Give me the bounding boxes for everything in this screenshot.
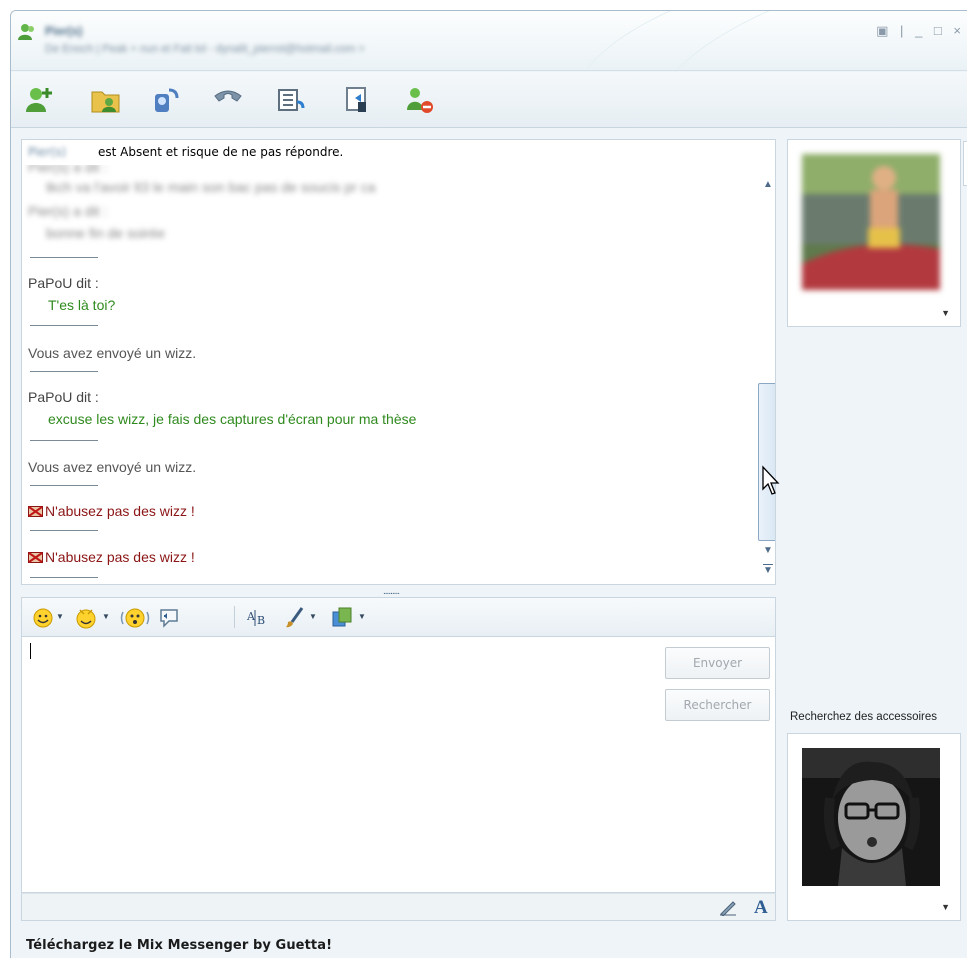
contact-name: Pier(s)	[45, 24, 83, 38]
close-icon[interactable]: ×	[953, 23, 965, 38]
status-banner: Pier(s) est Absent et risque de ne pas r…	[21, 139, 776, 165]
mouse-pointer-icon	[762, 465, 780, 495]
system-message: Vous avez envoyé un wizz.	[28, 345, 197, 361]
message-separator	[30, 325, 98, 326]
banner-status-text: est Absent et risque de ne pas répondre.	[98, 145, 344, 159]
message-separator	[30, 371, 98, 372]
collapse-sidebar-icon[interactable]	[963, 141, 967, 186]
blurred-message: bonne fin de soirée	[46, 225, 166, 241]
nudge-icon[interactable]	[120, 606, 150, 630]
format-toolbar: ▼ ▼ AB ▼ ▼	[21, 597, 776, 637]
phone-icon[interactable]	[211, 84, 245, 116]
chevron-down-icon[interactable]: ▼	[941, 902, 950, 912]
background-icon[interactable]	[284, 606, 306, 630]
font-icon[interactable]: A	[754, 897, 768, 919]
accessories-link[interactable]: Recherchez des accessoires	[790, 711, 937, 723]
wizz-warning: N'abusez pas des wizz !	[28, 549, 195, 565]
message-sender: PaPoU dit :	[28, 389, 99, 405]
divider: |	[900, 23, 908, 38]
input-footer: A	[21, 893, 776, 921]
history-scrollbar[interactable]: ▲ ▼ ▼	[757, 165, 775, 584]
ad-banner-link[interactable]: Téléchargez le Mix Messenger by Guetta!	[26, 938, 332, 953]
message-separator	[30, 485, 98, 486]
message-text: excuse les wizz, je fais des captures d'…	[48, 411, 417, 427]
message-text: T'es là toi?	[48, 297, 116, 313]
system-message: Vous avez envoyé un wizz.	[28, 459, 197, 475]
emoticon-icon[interactable]	[32, 606, 54, 630]
handwriting-icon[interactable]	[719, 900, 737, 916]
envelope-icon	[28, 552, 43, 563]
contact-display-picture[interactable]: ▼	[787, 139, 961, 327]
paste-icon[interactable]	[330, 606, 354, 630]
maximize-icon[interactable]: □	[934, 23, 946, 38]
toolbar-divider	[234, 606, 235, 628]
wizz-warning: N'abusez pas des wizz !	[28, 503, 195, 519]
message-separator	[30, 257, 98, 258]
svg-text:B: B	[257, 614, 265, 627]
share-files-icon[interactable]	[89, 84, 123, 116]
chevron-down-icon[interactable]: ▼	[102, 612, 110, 621]
scroll-down-icon[interactable]: ▼	[763, 545, 773, 556]
wizz-warning-text: N'abusez pas des wizz !	[45, 549, 195, 565]
message-input[interactable]: Envoyer Rechercher	[21, 637, 776, 893]
user-photo	[802, 748, 940, 886]
games-icon[interactable]	[341, 84, 375, 116]
conversation-history[interactable]: Pier(s) a dit : tkch va l'avoir lt3 le m…	[21, 165, 776, 585]
chevron-down-icon[interactable]: ▼	[358, 612, 366, 621]
pane-splitter[interactable]: .........	[21, 585, 776, 597]
messenger-buddy-icon	[18, 24, 34, 40]
conversation-window: Pier(s) De Enoch | Peak + nun et Fait lo…	[10, 10, 967, 958]
voice-clip-icon[interactable]	[158, 606, 180, 630]
title-bar: Pier(s) De Enoch | Peak + nun et Fait lo…	[11, 11, 967, 158]
add-contact-icon[interactable]	[23, 84, 57, 116]
blurred-message: tkch va l'avoir lt3 le main son bac pas …	[46, 179, 376, 195]
contact-photo	[802, 154, 940, 290]
splitter-grip[interactable]: .........	[383, 586, 400, 597]
message-separator	[30, 577, 98, 578]
message-separator	[30, 440, 98, 441]
blurred-sender: Pier(s) a dit :	[28, 165, 108, 175]
spellcheck-icon[interactable]: AB	[246, 606, 270, 630]
window-controls: ▣ | _ □ ×	[876, 23, 965, 39]
my-display-picture[interactable]: ▼	[787, 733, 961, 921]
activities-icon[interactable]	[275, 84, 309, 116]
chevron-down-icon[interactable]: ▼	[309, 612, 317, 621]
text-caret	[30, 643, 31, 659]
action-toolbar	[11, 72, 967, 128]
chevron-down-icon[interactable]: ▼	[941, 308, 950, 318]
send-button[interactable]: Envoyer	[665, 647, 770, 679]
minimize-icon[interactable]: _	[915, 23, 926, 38]
message-separator	[30, 530, 98, 531]
block-contact-icon[interactable]	[403, 84, 437, 116]
chevron-down-icon[interactable]: ▼	[56, 612, 64, 621]
envelope-icon	[28, 506, 43, 517]
scrollbar-thumb[interactable]	[758, 383, 775, 541]
webcam-call-icon[interactable]	[149, 84, 183, 116]
blurred-sender: Pier(s) a dit :	[28, 203, 108, 219]
wink-icon[interactable]	[74, 606, 98, 630]
banner-contact-name: Pier(s)	[28, 145, 67, 159]
message-sender: PaPoU dit :	[28, 275, 99, 291]
scroll-bottom-icon[interactable]: ▼	[763, 565, 773, 576]
search-button[interactable]: Rechercher	[665, 689, 770, 721]
restore-icon[interactable]: ▣	[876, 23, 892, 39]
scroll-up-icon[interactable]: ▲	[763, 179, 773, 190]
wizz-warning-text: N'abusez pas des wizz !	[45, 503, 195, 519]
contact-personal-message: De Enoch | Peak + nun et Fait lol - dyna…	[45, 43, 365, 55]
